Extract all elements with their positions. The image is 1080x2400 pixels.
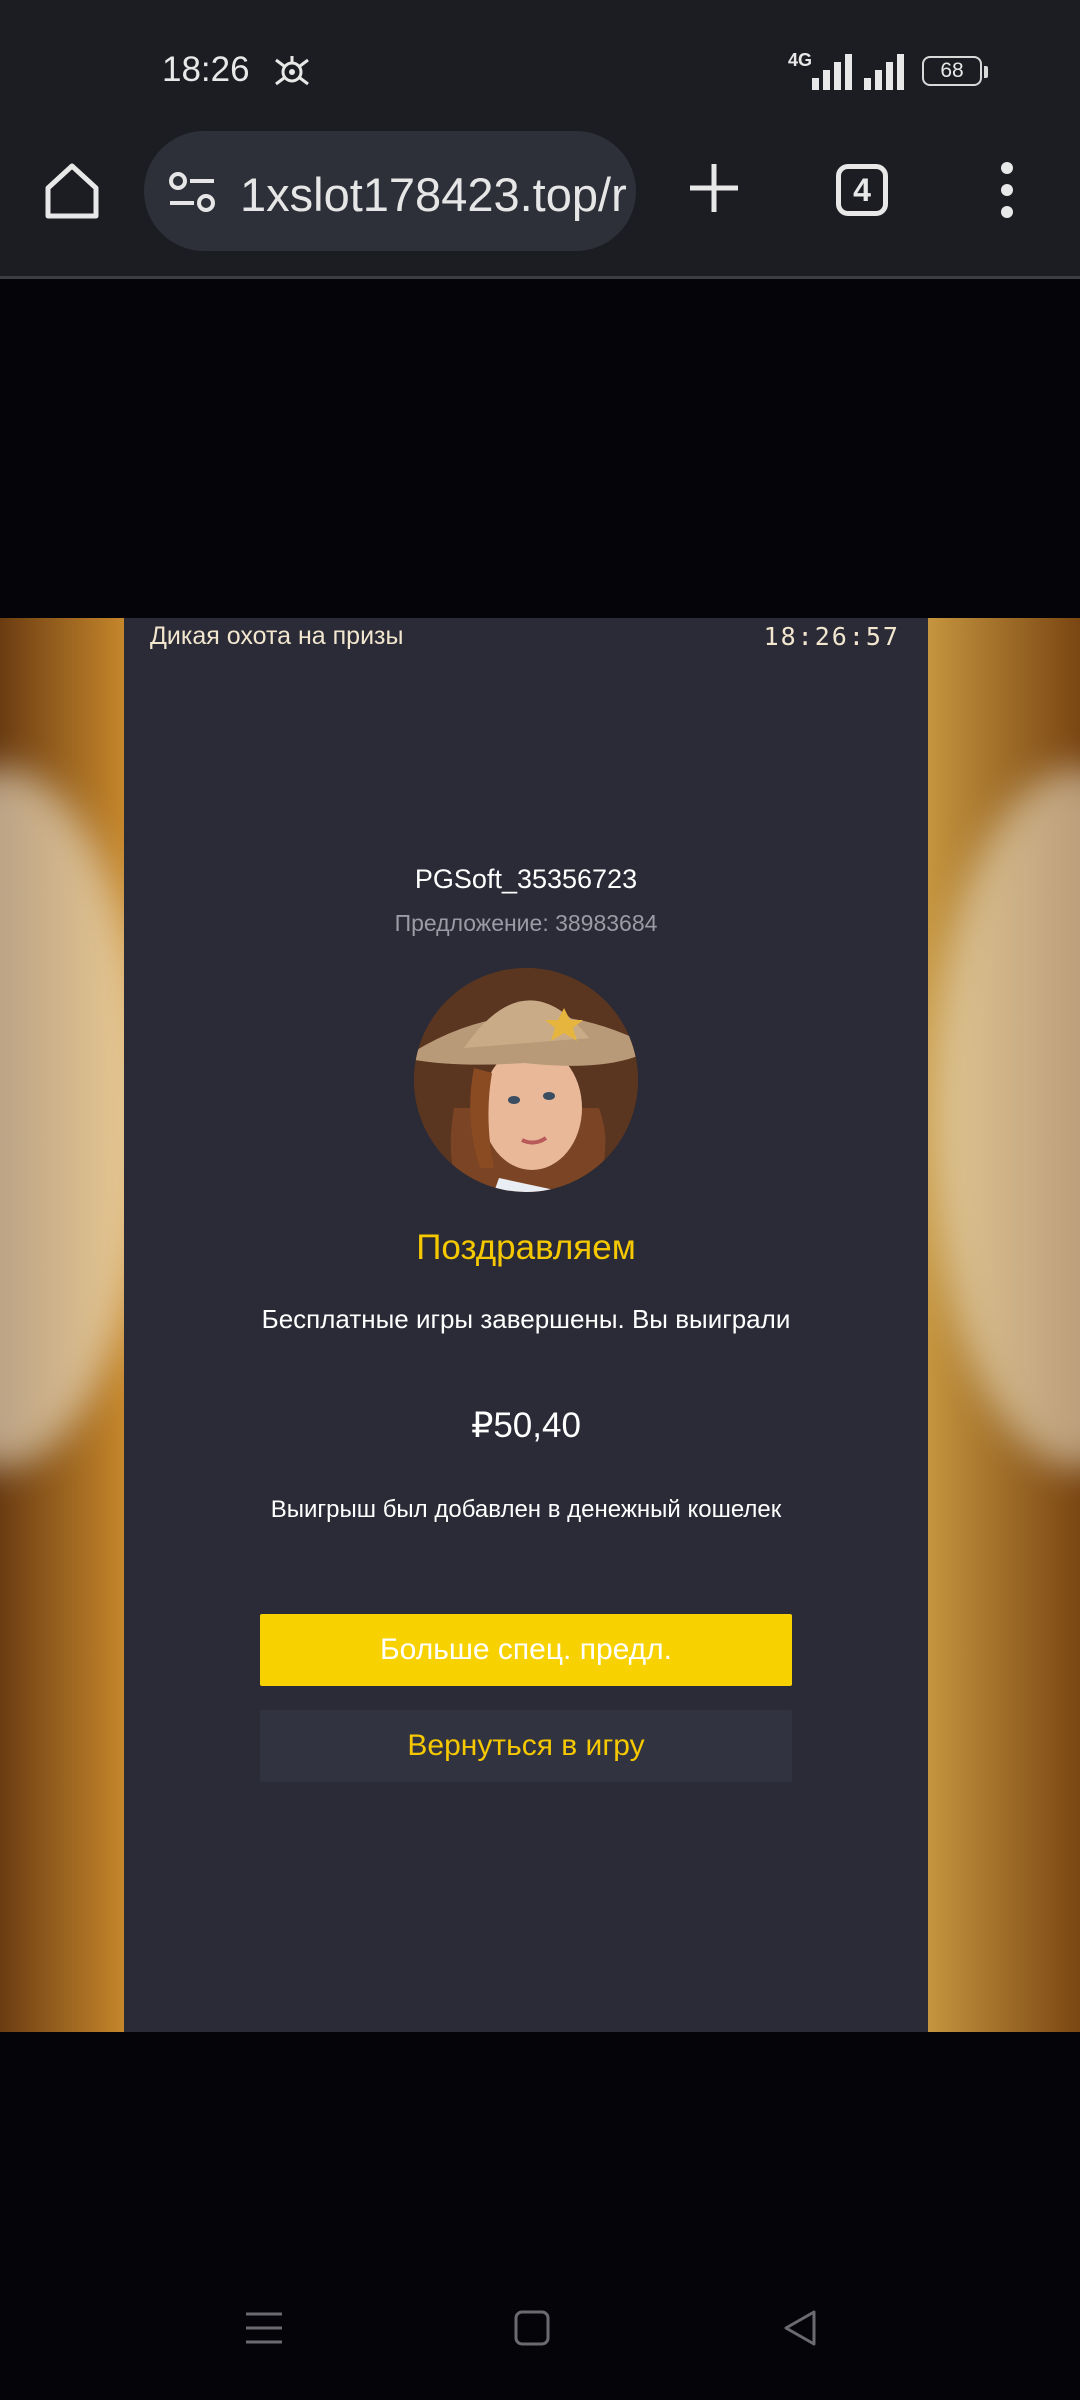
tab-switcher-button[interactable]: 4 [836,164,888,216]
url-text[interactable]: 1xslot178423.top/r [240,167,627,222]
signal-icon-2 [864,54,904,90]
square-icon[interactable] [512,2308,552,2348]
tune-icon[interactable] [168,171,216,213]
background-arch-right [930,768,1080,1468]
notification-icon [275,56,309,86]
address-bar[interactable]: 1xslot178423.top/r [144,131,636,251]
status-time: 18:26 [162,50,250,89]
offer-label: Предложение: 38983684 [394,910,658,936]
congrats-heading: Поздравляем [416,1228,636,1267]
username: PGSoft_35356723 [414,864,638,894]
more-offers-button[interactable]: Больше спец. предл. [260,1614,792,1686]
game-frame: Дикая охота на призы 18:26:57 PGSoft_353… [0,618,1080,2032]
home-icon[interactable] [40,158,104,222]
cowgirl-portrait [414,968,638,1192]
battery-indicator: 68 [922,56,988,86]
win-amount: ₽50,40 [471,1406,581,1445]
win-dialog: Дикая охота на призы 18:26:57 PGSoft_353… [124,618,928,2032]
system-nav-bar [0,2250,1080,2400]
signal-icon [812,54,852,90]
result-description: Бесплатные игры завершены. Вы выиграли [261,1304,791,1334]
avatar [414,968,638,1192]
plus-icon[interactable] [686,160,742,216]
return-to-game-button[interactable]: Вернуться в игру [260,1710,792,1782]
menu-lines-icon[interactable] [244,2308,284,2348]
wallet-message: Выигрыш был добавлен в денежный кошелек [270,1496,782,1523]
browser-toolbar: 1xslot178423.top/r 4 [0,130,1080,279]
triangle-back-icon[interactable] [780,2308,820,2348]
status-bar: 18:26 4G 68 [0,0,1080,130]
dialog-title: Дикая охота на призы [150,622,404,650]
more-vert-icon[interactable] [990,158,1024,222]
dialog-clock: 18:26:57 [763,622,900,651]
